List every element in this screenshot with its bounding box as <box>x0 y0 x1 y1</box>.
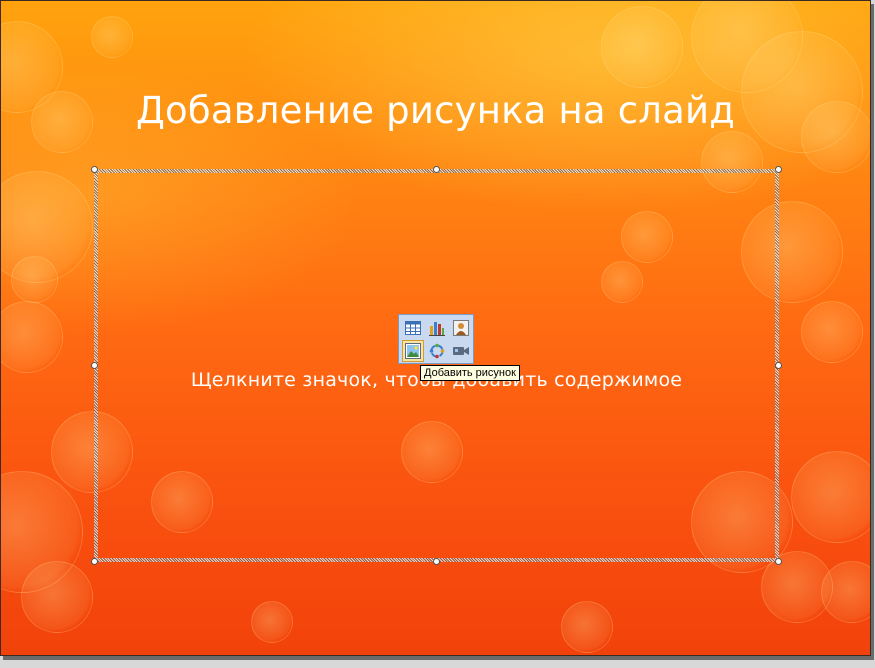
bokeh-circle <box>821 561 870 623</box>
bokeh-circle <box>561 601 613 653</box>
bokeh-circle <box>91 16 133 58</box>
slide: Добавление рисунка на слайд Щелкните зна… <box>0 0 871 656</box>
resize-handle-top[interactable] <box>433 166 440 173</box>
bokeh-circle <box>21 561 93 633</box>
bokeh-circle <box>691 1 803 93</box>
insert-smartart-icon[interactable] <box>426 340 448 362</box>
resize-handle-top-right[interactable] <box>775 166 782 173</box>
slide-title[interactable]: Добавление рисунка на слайд <box>1 89 870 132</box>
insert-table-icon[interactable] <box>402 317 424 339</box>
bokeh-circle <box>11 256 58 303</box>
bokeh-circle <box>251 601 293 643</box>
content-placeholder[interactable]: Щелкните значок, чтобы добавить содержим… <box>91 166 782 565</box>
resize-handle-bottom-left[interactable] <box>91 558 98 565</box>
insert-picture-icon[interactable] <box>402 340 424 362</box>
bokeh-circle <box>601 6 683 88</box>
content-icon-palette <box>398 314 474 364</box>
resize-handle-bottom[interactable] <box>433 558 440 565</box>
insert-clip-art-icon[interactable] <box>450 317 472 339</box>
resize-handle-bottom-right[interactable] <box>775 558 782 565</box>
tooltip: Добавить рисунок <box>420 365 520 381</box>
bokeh-circle <box>801 301 863 363</box>
resize-handle-right[interactable] <box>775 362 782 369</box>
resize-handle-top-left[interactable] <box>91 166 98 173</box>
bokeh-circle <box>791 451 870 543</box>
bokeh-circle <box>1 471 83 593</box>
bokeh-circle <box>1 301 63 373</box>
bokeh-circle <box>1 171 93 283</box>
resize-handle-left[interactable] <box>91 362 98 369</box>
insert-chart-icon[interactable] <box>426 317 448 339</box>
insert-media-icon[interactable] <box>450 340 472 362</box>
